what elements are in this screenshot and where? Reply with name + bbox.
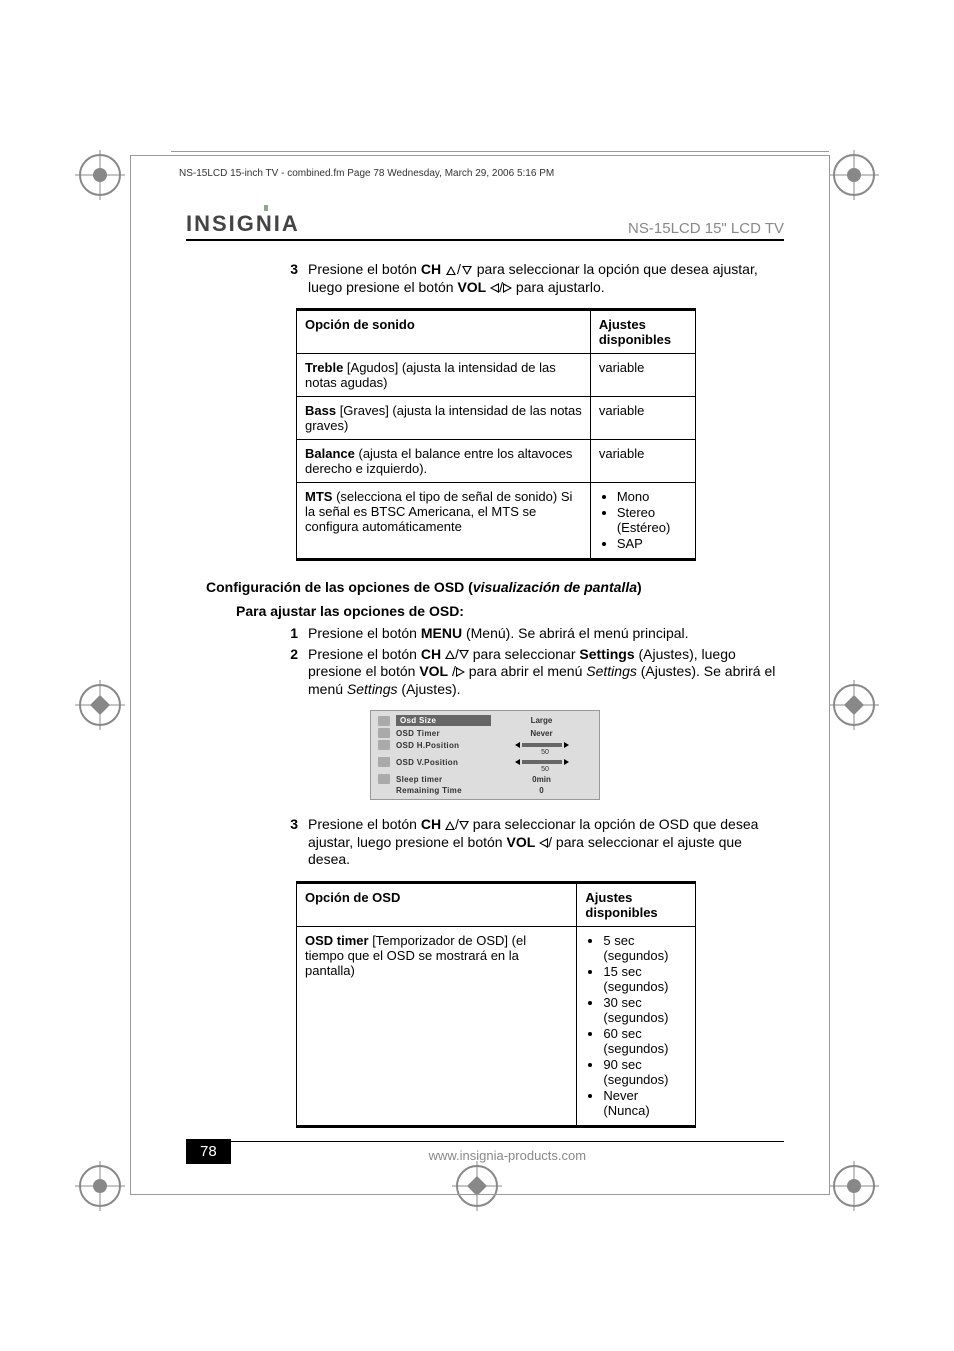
table-row: MTS (selecciona el tipo de señal de soni… (297, 483, 696, 560)
triangle-down-icon (462, 266, 472, 275)
triangle-left-icon (490, 283, 499, 293)
table-header: Ajustes disponibles (590, 310, 695, 354)
osd-row-timer: OSD Timer Never (374, 727, 596, 739)
menu-icon (378, 716, 390, 726)
crop-mark-icon (829, 1161, 879, 1211)
table-row: Balance (ajusta el balance entre los alt… (297, 440, 696, 483)
step-3b: 3 Presione el botón CH / para selecciona… (276, 816, 784, 869)
crop-mark-icon (829, 150, 879, 200)
osd-options-table: Opción de OSD Ajustes disponibles OSD ti… (296, 881, 696, 1128)
menu-icon (378, 757, 390, 767)
triangle-down-icon (459, 650, 469, 659)
table-row: Bass [Graves] (ajusta la intensidad de l… (297, 397, 696, 440)
section-heading-osd: Configuración de las opciones de OSD (vi… (206, 579, 784, 595)
table-row: Treble [Agudos] (ajusta la intensidad de… (297, 354, 696, 397)
table-header: Ajustes disponibles (577, 882, 696, 926)
header-row: INSIGNIA NS-15LCD 15" LCD TV (186, 211, 784, 241)
triangle-right-icon (503, 283, 512, 293)
page-number: 78 (186, 1139, 231, 1164)
menu-icon (378, 740, 390, 750)
osd-row-remaining: Remaining Time 0 (374, 785, 596, 796)
step-3a: 3 Presione el botón CH / para selecciona… (276, 261, 784, 296)
triangle-up-icon (446, 266, 456, 275)
step-1: 1 Presione el botón MENU (Menú). Se abri… (276, 625, 784, 643)
sound-options-table: Opción de sonido Ajustes disponibles Tre… (296, 308, 696, 561)
document-title: NS-15LCD 15" LCD TV (628, 220, 784, 237)
brand-logo: INSIGNIA (186, 211, 300, 237)
triangle-up-icon (445, 650, 455, 659)
page-frame: NS-15LCD 15-inch TV - combined.fm Page 7… (130, 155, 830, 1195)
crop-mark-icon (75, 1161, 125, 1211)
triangle-down-icon (459, 821, 469, 830)
triangle-right-icon (456, 667, 465, 677)
osd-row-size: Osd Size Large (374, 714, 596, 727)
crop-mark-icon (75, 680, 125, 730)
osd-menu-screenshot: Osd Size Large OSD Timer Never OSD H.Pos… (370, 710, 600, 800)
step-2: 2 Presione el botón CH / para selecciona… (276, 646, 784, 699)
menu-icon (378, 774, 390, 784)
crop-mark-icon (75, 150, 125, 200)
menu-icon (378, 728, 390, 738)
sub-heading: Para ajustar las opciones de OSD: (236, 603, 784, 619)
page-footer: 78 www.insignia-products.com (186, 1139, 784, 1164)
triangle-up-icon (445, 821, 455, 830)
table-header: Opción de OSD (297, 882, 577, 926)
footer-url: www.insignia-products.com (231, 1141, 784, 1163)
framemaker-header: NS-15LCD 15-inch TV - combined.fm Page 7… (179, 168, 554, 179)
table-row: OSD timer [Temporizador de OSD] (el tiem… (297, 926, 696, 1126)
triangle-left-icon (539, 838, 548, 848)
crop-mark-icon (829, 680, 879, 730)
osd-row-sleep: Sleep timer 0min (374, 773, 596, 785)
table-header: Opción de sonido (297, 310, 591, 354)
